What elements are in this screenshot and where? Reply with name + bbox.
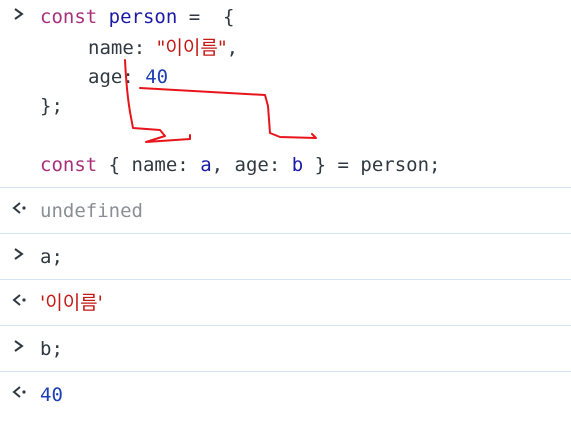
alias-b: b xyxy=(291,154,304,176)
result-number: 40 xyxy=(40,384,63,406)
colon: : xyxy=(122,66,146,88)
keyword-const: const xyxy=(40,154,98,176)
code-line-1: const person = { xyxy=(40,6,235,28)
colon: : xyxy=(268,154,292,176)
assign-brace: = { xyxy=(177,6,235,28)
console-result-entry: undefined xyxy=(0,188,571,234)
colon: : xyxy=(177,154,201,176)
console-input-entry[interactable]: a; xyxy=(0,234,571,280)
console-result-entry: '이이름' xyxy=(0,280,571,326)
key-name: name xyxy=(131,154,178,176)
console-result-entry: 40 xyxy=(0,372,571,421)
code-line-2: name: "이이름", xyxy=(88,37,238,59)
key-age: age xyxy=(88,66,123,88)
input-prompt-icon xyxy=(8,246,30,267)
key-name: name xyxy=(88,37,134,59)
open-brace: { xyxy=(97,154,132,176)
comma: , xyxy=(226,37,239,59)
colon: : xyxy=(133,37,157,59)
alias-a: a xyxy=(200,154,212,176)
result-arrow-icon xyxy=(8,200,30,221)
input-prompt-icon xyxy=(8,6,30,27)
input-a: a; xyxy=(40,246,63,268)
code-line-4: }; xyxy=(40,95,63,117)
code-line-6: const { name: a, age: b } = person; xyxy=(40,154,440,176)
comma: , xyxy=(211,154,235,176)
input-b: b; xyxy=(40,338,63,360)
result-arrow-icon xyxy=(8,292,30,313)
number-value: 40 xyxy=(145,66,169,88)
console-input-entry[interactable]: b; xyxy=(0,326,571,372)
closing-assign: } = person; xyxy=(303,154,441,176)
console-panel: const person = { name: "이이름", age: 40 };… xyxy=(0,0,571,421)
variable-person: person xyxy=(108,6,178,28)
result-undefined: undefined xyxy=(40,200,143,222)
code-line-3: age: 40 xyxy=(88,66,168,88)
result-string: '이이름' xyxy=(40,292,103,314)
string-value: "이이름" xyxy=(156,37,227,59)
key-age: age xyxy=(234,154,269,176)
input-prompt-icon xyxy=(8,338,30,359)
result-arrow-icon xyxy=(8,384,30,405)
keyword-const: const xyxy=(40,6,98,28)
closing-brace: }; xyxy=(40,95,63,117)
console-input-entry[interactable]: const person = { name: "이이름", age: 40 };… xyxy=(0,0,571,188)
